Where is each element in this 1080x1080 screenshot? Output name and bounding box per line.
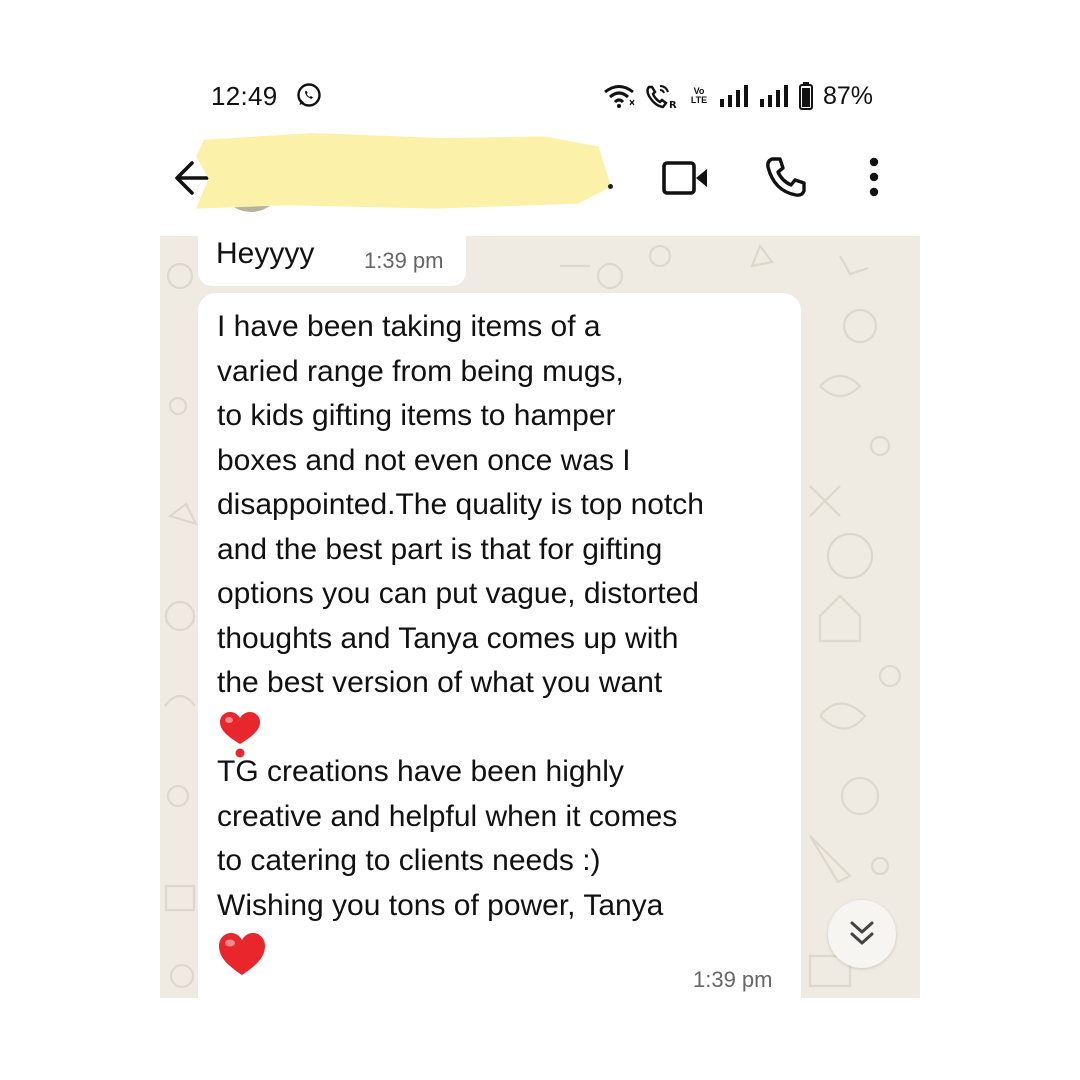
signal-strength-icon: [720, 85, 748, 107]
contact-name-fragment: [608, 184, 613, 189]
message-line: I have been taking items of a: [217, 310, 601, 343]
message-text: Heyyyy: [216, 237, 315, 270]
redacted-contact-name: [196, 133, 611, 209]
video-call-icon[interactable]: [661, 158, 709, 198]
more-vert-icon[interactable]: [862, 156, 886, 198]
message-line: options you can put vague, distorted: [217, 577, 699, 610]
message-line: TG creations have been highly: [217, 755, 624, 788]
heart-exclamation-emoji: [217, 706, 797, 757]
phone-icon[interactable]: [764, 155, 808, 199]
volte-icon: Vo LTE: [690, 86, 708, 105]
status-icons: R Vo LTE 87%: [603, 80, 873, 112]
message-line: varied range from being mugs,: [217, 354, 624, 388]
red-heart-emoji: [217, 928, 797, 975]
message-line: the best version of what you want: [217, 666, 663, 699]
message-line: thoughts and Tanya comes up with: [217, 621, 679, 655]
message-line: Wishing you tons of power, Tanya: [217, 888, 664, 922]
message-text: I have been taking items of a varied ran…: [217, 305, 797, 975]
message-line: to catering to clients needs :): [217, 844, 601, 877]
scroll-to-bottom-button[interactable]: [828, 900, 896, 968]
svg-text:R: R: [669, 100, 677, 109]
double-chevron-down-icon: [850, 921, 874, 945]
whatsapp-notification-icon: [297, 83, 321, 107]
message-line: boxes and not even once was I: [217, 443, 631, 477]
message-line: to kids gifting items to hamper: [217, 399, 616, 432]
chat-area[interactable]: Heyyyy 1:39 pm I have been taking items …: [160, 236, 920, 998]
message-bubble[interactable]: Heyyyy 1:39 pm: [198, 236, 466, 286]
battery-icon: [799, 82, 813, 110]
wifi-calling-icon: R: [646, 85, 677, 109]
message-line: creative and helpful when it comes: [217, 799, 678, 833]
wifi-icon: [604, 85, 635, 108]
battery-percentage: 87%: [823, 82, 874, 110]
status-time: 12:49: [211, 81, 278, 111]
red-heart-icon: [219, 933, 265, 975]
message-bubble[interactable]: I have been taking items of a varied ran…: [198, 293, 801, 998]
whatsapp-chat-screen: 12:49 R Vo LTE 87% Heyyyy 1:39 pm I have…: [0, 0, 1080, 1080]
message-line: disappointed.The quality is top notch: [217, 488, 704, 521]
signal-strength-icon-2: [760, 85, 788, 107]
heart-exclamation-icon: [220, 711, 260, 757]
message-time: 1:39 pm: [364, 248, 444, 273]
message-time: 1:39 pm: [693, 967, 773, 992]
message-line: and the best part is that for gifting: [217, 532, 663, 566]
